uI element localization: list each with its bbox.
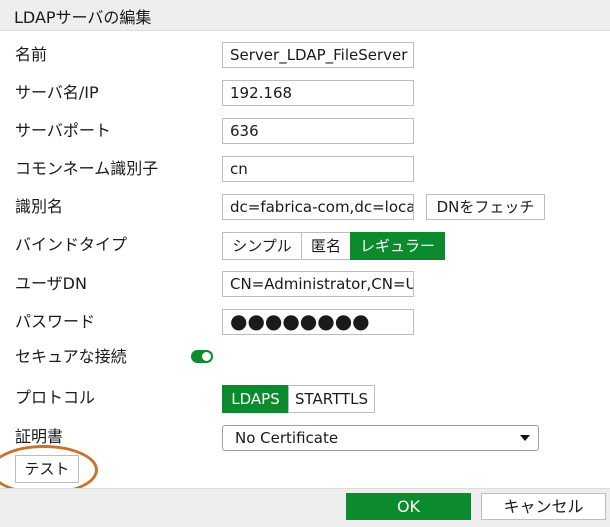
label-password: パスワード — [15, 312, 96, 331]
password-input[interactable]: ●●●●●●●● — [222, 309, 414, 335]
label-common-name: コモンネーム識別子 — [15, 159, 159, 178]
protocol-ldaps[interactable]: LDAPS — [222, 385, 289, 413]
label-bind-type: バインドタイプ — [15, 235, 128, 254]
server-input[interactable]: 192.168 — [222, 80, 414, 106]
cancel-button[interactable]: キャンセル — [481, 493, 606, 520]
secure-connection-toggle[interactable] — [191, 350, 213, 363]
bind-type-anonymous[interactable]: 匿名 — [301, 232, 351, 260]
label-secure-connection: セキュアな接続 — [15, 347, 127, 366]
chevron-down-icon — [520, 435, 530, 441]
label-server: サーバ名/IP — [15, 83, 99, 102]
dialog-title: LDAPサーバの編集 — [14, 8, 152, 27]
label-certificate: 証明書 — [15, 427, 64, 446]
fetch-dn-button[interactable]: DNをフェッチ — [426, 194, 545, 220]
user-dn-input[interactable]: CN=Administrator,CN=Us — [222, 271, 414, 297]
label-dn: 識別名 — [15, 197, 64, 216]
label-protocol: プロトコル — [15, 388, 96, 407]
certificate-select[interactable]: No Certificate — [222, 425, 539, 451]
label-port: サーバポート — [15, 121, 111, 140]
ok-button[interactable]: OK — [346, 493, 471, 520]
protocol-starttls[interactable]: STARTTLS — [288, 385, 375, 413]
toggle-knob — [202, 352, 211, 361]
test-button[interactable]: テスト — [15, 455, 79, 483]
bind-type-regular[interactable]: レギュラー — [350, 232, 445, 260]
dn-input[interactable]: dc=fabrica-com,dc=local — [222, 194, 414, 220]
label-name: 名前 — [15, 45, 48, 64]
bind-type-simple[interactable]: シンプル — [222, 232, 302, 260]
label-user-dn: ユーザDN — [15, 274, 87, 293]
certificate-selected: No Certificate — [235, 429, 339, 447]
name-input[interactable]: Server_LDAP_FileServer — [222, 42, 414, 68]
common-name-input[interactable]: cn — [222, 156, 414, 182]
dialog-header: LDAPサーバの編集 — [0, 0, 610, 31]
port-input[interactable]: 636 — [222, 118, 414, 144]
